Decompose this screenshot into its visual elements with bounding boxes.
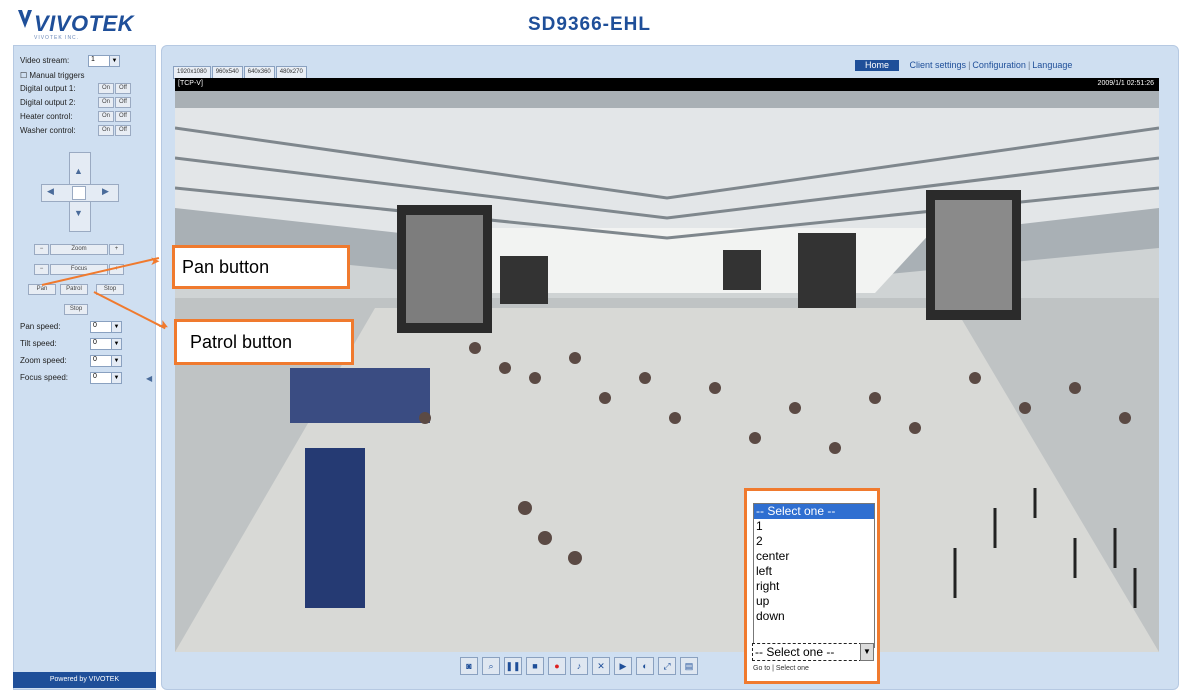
focus-near-button[interactable]: − (34, 264, 49, 275)
mute-icon[interactable]: ✕ (592, 657, 610, 675)
collapse-panel-icon[interactable]: ◀ (146, 374, 152, 383)
chevron-down-icon: ▼ (111, 339, 121, 349)
collapse-icon[interactable]: ☐ (20, 71, 27, 80)
tilt-speed-select[interactable]: 0 ▼ (90, 338, 122, 350)
home-position-button[interactable] (72, 186, 86, 200)
pan-speed-label: Pan speed: (20, 322, 61, 331)
stop-button-2[interactable]: Stop (64, 304, 88, 315)
nav-home[interactable]: Home (855, 60, 900, 71)
washer-on-button[interactable]: On (98, 125, 114, 136)
nav-language[interactable]: Language (1032, 60, 1072, 70)
zoom-in-button[interactable]: + (109, 244, 124, 255)
heater-control-label: Heater control: (20, 112, 73, 121)
dropdown-option[interactable]: right (754, 579, 874, 594)
focus-speed-select[interactable]: 0 ▼ (90, 372, 122, 384)
fullscreen-icon[interactable]: ⤢ (658, 657, 676, 675)
arrow-head-icon: ➤ (150, 254, 161, 268)
chevron-down-icon[interactable]: ▼ (860, 643, 874, 661)
preset-dropdown-callout: -- Select one -- 1 2 center left right u… (744, 488, 880, 684)
dropdown-option[interactable]: 1 (754, 519, 874, 534)
digital-output-2-off-button[interactable]: Off (115, 97, 131, 108)
powered-by-footer: Powered by VIVOTEK (13, 672, 156, 688)
tilt-up-icon[interactable]: ▲ (74, 166, 83, 176)
pan-speed-select[interactable]: 0 ▼ (90, 321, 122, 333)
video-timestamp: 2009/1/1 02:51:26 (1097, 80, 1154, 87)
nav-configuration[interactable]: Configuration (972, 60, 1026, 70)
resolution-tabs: 1920x1080 960x540 640x360 480x270 (173, 60, 308, 79)
chevron-down-icon: ▼ (111, 322, 121, 332)
washer-control-label: Washer control: (20, 126, 76, 135)
control-panel: Video stream: 1 ▼ ☐ Manual triggers Digi… (13, 45, 156, 690)
pause-icon[interactable]: ❚❚ (504, 657, 522, 675)
manual-triggers-header: ☐ Manual triggers (20, 71, 85, 80)
preset-select[interactable]: -- Select one -- (752, 643, 862, 661)
pan-button-callout: Pan button (172, 245, 350, 289)
dropdown-option[interactable]: up (754, 594, 874, 609)
heater-on-button[interactable]: On (98, 111, 114, 122)
record-icon[interactable]: ● (548, 657, 566, 675)
stop-icon[interactable]: ■ (526, 657, 544, 675)
patrol-button-callout: Patrol button (174, 319, 354, 365)
talk-icon[interactable]: ▶ (614, 657, 632, 675)
zoom-speed-select[interactable]: 0 ▼ (90, 355, 122, 367)
video-stream-label: Video stream: (20, 56, 70, 65)
live-video-view[interactable]: [TCP-V] 2009/1/1 02:51:26 (175, 78, 1159, 652)
pan-left-icon[interactable]: ◀ (47, 186, 54, 197)
dropdown-option[interactable]: left (754, 564, 874, 579)
chevron-down-icon: ▼ (111, 373, 121, 383)
digital-output-1-off-button[interactable]: Off (115, 83, 131, 94)
top-navigation: Home Client settings | Configuration | Langu… (855, 60, 1072, 71)
ptz-panel-icon[interactable]: ▤ (680, 657, 698, 675)
chevron-down-icon: ▼ (109, 56, 119, 66)
digital-zoom-icon[interactable]: ⌕ (482, 657, 500, 675)
dropdown-option[interactable]: 2 (754, 534, 874, 549)
preset-dropdown-list: -- Select one -- 1 2 center left right u… (753, 503, 875, 648)
digital-output-2-on-button[interactable]: On (98, 97, 114, 108)
video-info-bar: [TCP-V] 2009/1/1 02:51:26 (175, 78, 1159, 91)
zoom-speed-label: Zoom speed: (20, 356, 67, 365)
pan-right-icon[interactable]: ▶ (102, 186, 109, 197)
dropdown-option[interactable]: down (754, 609, 874, 624)
video-stream-select[interactable]: 1 ▼ (88, 55, 120, 67)
nav-client-settings[interactable]: Client settings (910, 60, 967, 70)
chevron-down-icon: ▼ (111, 356, 121, 366)
mic-icon[interactable]: ◐ (636, 657, 654, 675)
focus-speed-label: Focus speed: (20, 373, 69, 382)
model-title: SD9366-EHL (528, 14, 651, 35)
focus-label: Focus (50, 264, 108, 275)
airport-terminal-video-frame (175, 78, 1159, 652)
preset-goto-label: Go to | Select one (753, 665, 809, 672)
video-toolbar: ◙ ⌕ ❚❚ ■ ● ♪ ✕ ▶ ◐ ⤢ ▤ (460, 656, 702, 676)
patrol-button[interactable]: Patrol (60, 284, 88, 295)
digital-output-1-label: Digital output 1: (20, 84, 76, 93)
zoom-out-button[interactable]: − (34, 244, 49, 255)
digital-output-1-on-button[interactable]: On (98, 83, 114, 94)
volume-icon[interactable]: ♪ (570, 657, 588, 675)
snapshot-icon[interactable]: ◙ (460, 657, 478, 675)
dropdown-option[interactable]: -- Select one -- (754, 504, 874, 519)
video-protocol-label: [TCP-V] (178, 80, 203, 87)
tilt-speed-label: Tilt speed: (20, 339, 57, 348)
washer-off-button[interactable]: Off (115, 125, 131, 136)
digital-output-2-label: Digital output 2: (20, 98, 76, 107)
heater-off-button[interactable]: Off (115, 111, 131, 122)
dropdown-option[interactable]: center (754, 549, 874, 564)
tilt-down-icon[interactable]: ▼ (74, 208, 83, 218)
zoom-label: Zoom (50, 244, 108, 255)
